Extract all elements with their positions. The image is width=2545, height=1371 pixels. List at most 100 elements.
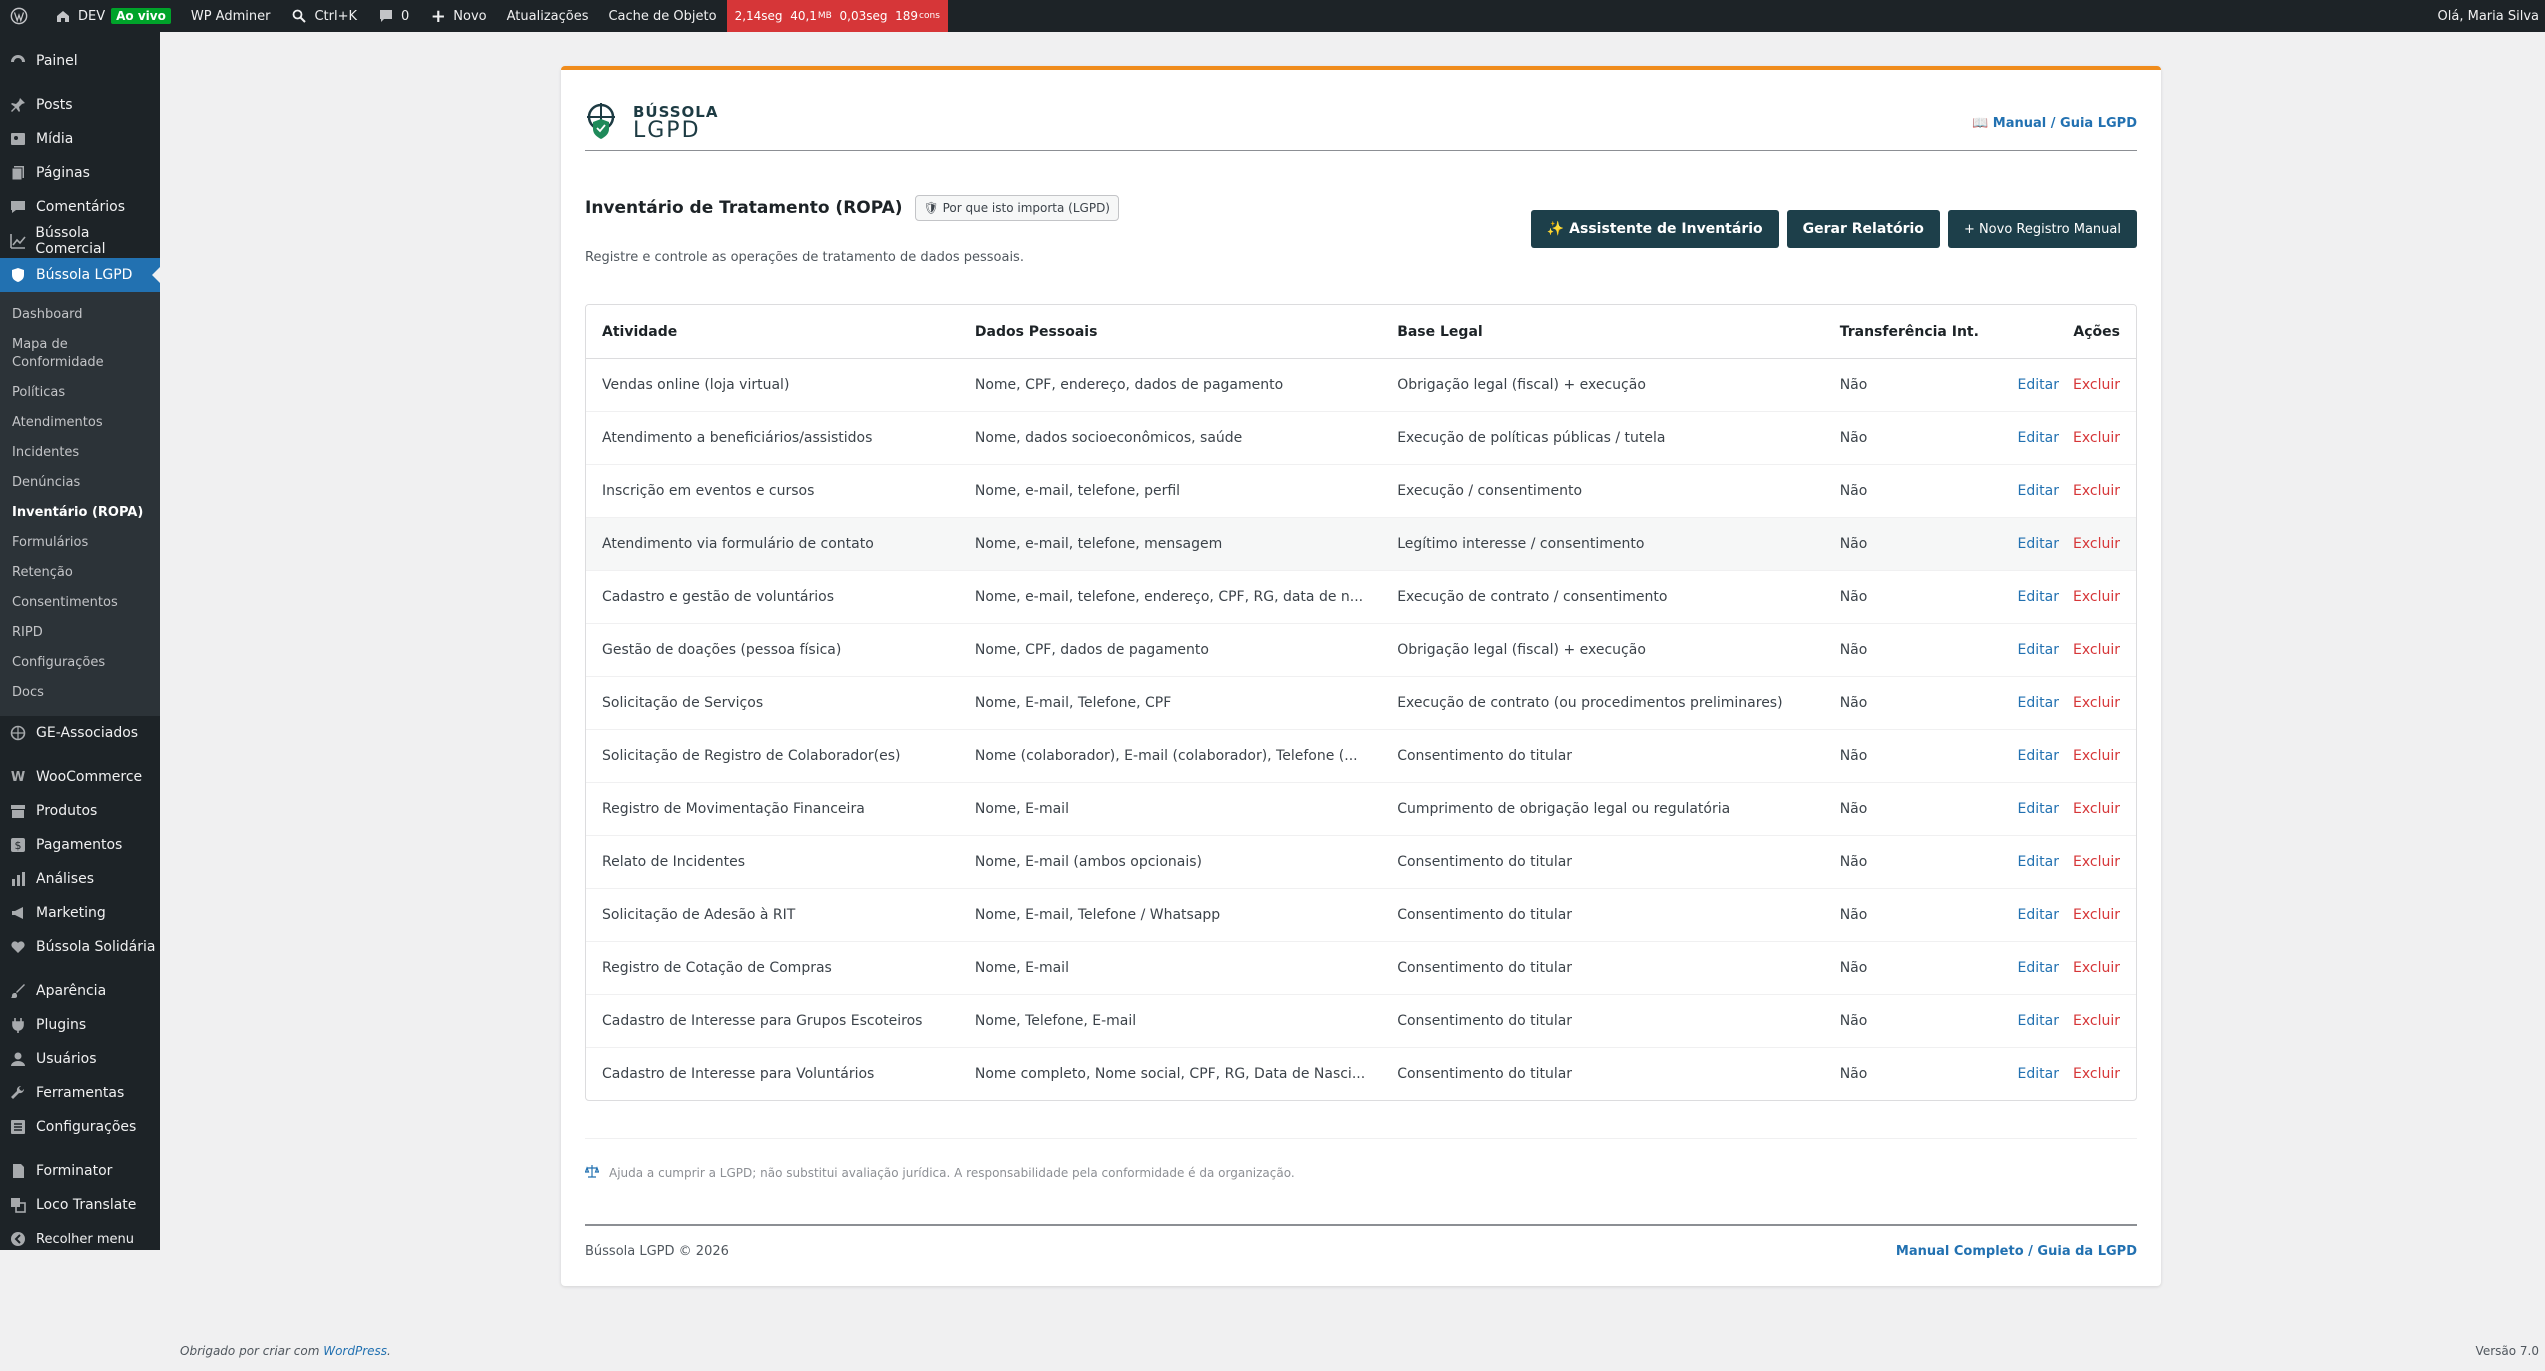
cell-base-legal: Cumprimento de obrigação legal ou regula… [1381, 782, 1824, 836]
menu-label: WooCommerce [36, 769, 143, 785]
cell-atividade: Solicitação de Registro de Colaborador(e… [586, 729, 959, 783]
menu-posts[interactable]: Posts [0, 88, 160, 122]
search-shortcut-button[interactable]: Ctrl+K [280, 0, 367, 32]
submenu-mapa-conformidade[interactable]: Mapa de Conformidade [0, 330, 160, 378]
submenu-denuncias[interactable]: Denúncias [0, 468, 160, 498]
delete-link[interactable]: Excluir [2073, 748, 2120, 764]
delete-link[interactable]: Excluir [2073, 854, 2120, 870]
object-cache-button[interactable]: Cache de Objeto [598, 0, 726, 32]
compass-shield-icon [585, 101, 623, 145]
submenu-retencao[interactable]: Retenção [0, 558, 160, 588]
new-manual-record-button[interactable]: + Novo Registro Manual [1947, 210, 2137, 248]
svg-text:$: $ [15, 839, 22, 852]
cell-base-legal: Consentimento do titular [1381, 888, 1824, 942]
submenu-docs[interactable]: Docs [0, 678, 160, 708]
cell-transferencia: Não [1823, 570, 2002, 624]
delete-link[interactable]: Excluir [2073, 430, 2120, 446]
edit-link[interactable]: Editar [2018, 960, 2059, 976]
edit-link[interactable]: Editar [2018, 1013, 2059, 1029]
scales-icon [584, 1164, 600, 1181]
collapse-menu-button[interactable]: Recolher menu [0, 1222, 160, 1256]
col-base-legal: Base Legal [1381, 305, 1824, 359]
edit-link[interactable]: Editar [2018, 854, 2059, 870]
my-account-button[interactable]: Olá, Maria Silva [2428, 0, 2545, 32]
menu-loco-translate[interactable]: Loco Translate [0, 1188, 160, 1222]
footer-manual-link[interactable]: Manual Completo / Guia da LGPD [1896, 1244, 2137, 1259]
submenu-ripd[interactable]: RIPD [0, 618, 160, 648]
edit-link[interactable]: Editar [2018, 748, 2059, 764]
submenu-atendimentos[interactable]: Atendimentos [0, 408, 160, 438]
submenu-politicas[interactable]: Políticas [0, 378, 160, 408]
menu-aparencia[interactable]: Aparência [0, 974, 160, 1008]
menu-analises[interactable]: Análises [0, 862, 160, 896]
why-it-matters-button[interactable]: 🛡 Por que isto importa (LGPD) [914, 195, 1119, 221]
edit-link[interactable]: Editar [2018, 377, 2059, 393]
site-name-button[interactable]: DEV Ao vivo [44, 0, 181, 32]
cell-atividade: Inscrição em eventos e cursos [586, 464, 959, 518]
menu-ferramentas[interactable]: Ferramentas [0, 1076, 160, 1110]
menu-paginas[interactable]: Páginas [0, 156, 160, 190]
delete-link[interactable]: Excluir [2073, 642, 2120, 658]
menu-forminator[interactable]: Forminator [0, 1154, 160, 1188]
delete-link[interactable]: Excluir [2073, 1013, 2120, 1029]
menu-label: Forminator [36, 1163, 113, 1179]
generate-report-button[interactable]: Gerar Relatório [1786, 210, 1940, 248]
delete-link[interactable]: Excluir [2073, 1066, 2120, 1082]
wp-logo-button[interactable] [0, 0, 44, 32]
dashboard-icon [8, 51, 28, 71]
chart-line-icon [8, 231, 27, 251]
menu-ge-associados[interactable]: GE-Associados [0, 716, 160, 750]
menu-bussola-solidaria[interactable]: Bússola Solidária [0, 930, 160, 964]
cell-base-legal: Consentimento do titular [1381, 835, 1824, 889]
submenu-incidentes[interactable]: Incidentes [0, 438, 160, 468]
edit-link[interactable]: Editar [2018, 589, 2059, 605]
menu-usuarios[interactable]: Usuários [0, 1042, 160, 1076]
edit-link[interactable]: Editar [2018, 907, 2059, 923]
menu-configuracoes[interactable]: Configurações [0, 1110, 160, 1144]
delete-link[interactable]: Excluir [2073, 589, 2120, 605]
wp-adminer-button[interactable]: WP Adminer [181, 0, 281, 32]
submenu-inventario[interactable]: Inventário (ROPA) [0, 498, 160, 528]
card-header: BÚSSOLA LGPD 📖 Manual / Guia LGPD [585, 96, 2137, 151]
submenu-configuracoes[interactable]: Configurações [0, 648, 160, 678]
query-monitor-button[interactable]: 2,14seg 40,1 MB 0,03seg 189 cons [726, 0, 948, 32]
menu-produtos[interactable]: Produtos [0, 794, 160, 828]
edit-link[interactable]: Editar [2018, 642, 2059, 658]
delete-link[interactable]: Excluir [2073, 801, 2120, 817]
search-icon [290, 7, 308, 25]
comments-button[interactable]: 0 [367, 0, 419, 32]
edit-link[interactable]: Editar [2018, 801, 2059, 817]
cell-base-legal: Execução de contrato / consentimento [1381, 570, 1824, 624]
updates-label: Atualizações [506, 8, 589, 24]
submenu-consentimentos[interactable]: Consentimentos [0, 588, 160, 618]
updates-button[interactable]: Atualizações [497, 0, 599, 32]
menu-comentarios[interactable]: Comentários [0, 190, 160, 224]
delete-link[interactable]: Excluir [2073, 695, 2120, 711]
menu-plugins[interactable]: Plugins [0, 1008, 160, 1042]
delete-link[interactable]: Excluir [2073, 483, 2120, 499]
menu-marketing[interactable]: Marketing [0, 896, 160, 930]
wordpress-link[interactable]: WordPress [323, 1344, 387, 1358]
menu-painel[interactable]: Painel [0, 44, 160, 78]
submenu-dashboard[interactable]: Dashboard [0, 300, 160, 330]
edit-link[interactable]: Editar [2018, 1066, 2059, 1082]
delete-link[interactable]: Excluir [2073, 907, 2120, 923]
col-atividade: Atividade [586, 305, 959, 359]
edit-link[interactable]: Editar [2018, 430, 2059, 446]
edit-link[interactable]: Editar [2018, 536, 2059, 552]
inventory-assistant-button[interactable]: ✨ Assistente de Inventário [1530, 210, 1779, 248]
delete-link[interactable]: Excluir [2073, 536, 2120, 552]
menu-pagamentos[interactable]: $ Pagamentos [0, 828, 160, 862]
new-content-button[interactable]: + Novo [419, 0, 496, 32]
menu-bussola-lgpd[interactable]: Bússola LGPD [0, 258, 160, 292]
menu-woocommerce[interactable]: W WooCommerce [0, 760, 160, 794]
delete-link[interactable]: Excluir [2073, 960, 2120, 976]
cell-transferencia: Não [1823, 623, 2002, 677]
manual-guide-link[interactable]: 📖 Manual / Guia LGPD [1972, 116, 2137, 131]
edit-link[interactable]: Editar [2018, 695, 2059, 711]
menu-bussola-comercial[interactable]: Bússola Comercial [0, 224, 160, 258]
submenu-formularios[interactable]: Formulários [0, 528, 160, 558]
menu-midia[interactable]: Mídia [0, 122, 160, 156]
delete-link[interactable]: Excluir [2073, 377, 2120, 393]
edit-link[interactable]: Editar [2018, 483, 2059, 499]
